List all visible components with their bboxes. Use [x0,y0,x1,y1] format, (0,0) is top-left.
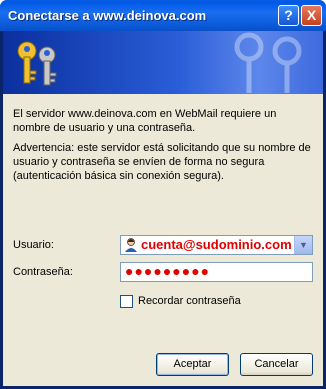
warning-text: Advertencia: este servidor está solicita… [13,142,311,182]
close-button[interactable]: X [301,5,322,26]
remember-password-label[interactable]: Recordar contraseña [138,295,241,307]
dialog-frame: El servidor www.deinova.com en WebMail r… [3,31,323,386]
cancel-button[interactable]: Cancelar [240,353,313,376]
password-value: ●●●●●●●●● [125,263,211,279]
password-field[interactable]: ●●●●●●●●● [120,262,313,282]
user-icon [125,238,137,252]
help-button[interactable]: ? [278,5,299,26]
title-bar[interactable]: Conectarse a www.deinova.com ? X [0,0,326,31]
user-label: Usuario: [13,239,54,251]
info-text: El servidor www.deinova.com en WebMail r… [13,108,277,134]
login-dialog: Conectarse a www.deinova.com ? X El serv… [0,0,326,389]
password-label: Contraseña: [13,266,73,278]
keys-watermark-icon [234,32,302,93]
chevron-down-icon[interactable]: ▼ [294,236,312,254]
header-banner [3,31,323,94]
remember-password-checkbox[interactable] [120,295,133,308]
ok-button[interactable]: Aceptar [156,353,229,376]
user-combobox[interactable]: cuenta@sudominio.com ▼ [120,235,313,255]
dialog-body: El servidor www.deinova.com en WebMail r… [3,94,323,386]
keys-icon [17,41,57,86]
dialog-title: Conectarse a www.deinova.com [8,8,207,23]
user-value: cuenta@sudominio.com [141,237,292,252]
